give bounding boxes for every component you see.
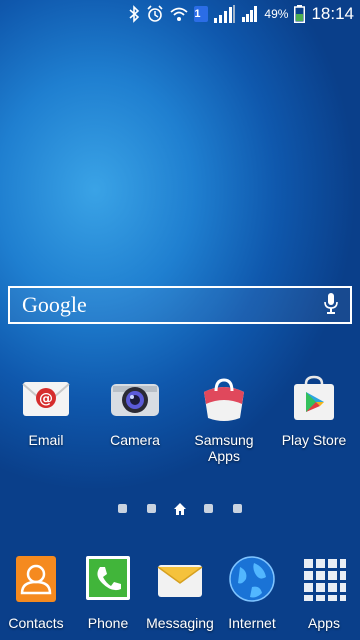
app-label: Play Store	[281, 432, 347, 448]
status-time: 18:14	[311, 4, 354, 23]
page-dot[interactable]	[233, 503, 242, 513]
dock-apps[interactable]: Apps	[288, 553, 360, 631]
wifi-icon	[170, 6, 189, 22]
app-label: Contacts	[8, 615, 64, 631]
svg-text:@: @	[39, 391, 53, 407]
bluetooth-icon	[128, 5, 140, 23]
status-bar[interactable]: 1 49% 18:14	[0, 0, 360, 28]
dock-internet[interactable]: Internet	[216, 553, 288, 631]
signal-icon	[242, 6, 258, 22]
battery-percent: 49%	[264, 7, 289, 21]
phone-icon	[82, 553, 134, 605]
app-label: Phone	[87, 615, 129, 631]
google-search-label: Google	[22, 292, 87, 317]
dock: Contacts Phone Messaging Internet Apps	[0, 545, 360, 640]
alarm-icon	[146, 5, 164, 23]
samsung-apps-icon	[198, 374, 250, 426]
sim-badge: 1	[194, 6, 209, 22]
app-label: Samsung Apps	[194, 432, 254, 464]
email-icon: @	[20, 374, 72, 426]
page-dot[interactable]	[204, 503, 213, 513]
battery-icon	[294, 5, 306, 23]
app-label: Internet	[228, 615, 276, 631]
app-label: Camera	[110, 432, 160, 448]
internet-icon	[226, 553, 278, 605]
app-camera[interactable]: Camera	[99, 374, 171, 448]
app-play-store[interactable]: Play Store	[278, 374, 350, 448]
signal-icon	[214, 5, 236, 23]
google-search-widget[interactable]: Google	[8, 286, 352, 324]
app-email[interactable]: @ Email	[10, 374, 82, 448]
dock-phone[interactable]: Phone	[72, 553, 144, 631]
contacts-icon	[10, 553, 62, 605]
messaging-icon	[154, 553, 206, 605]
mic-icon[interactable]	[324, 292, 338, 319]
app-label: Email	[28, 432, 64, 448]
page-dot[interactable]	[147, 503, 156, 513]
app-samsung-apps[interactable]: Samsung Apps	[188, 374, 260, 464]
camera-icon	[109, 374, 161, 426]
apps-grid-icon	[298, 553, 350, 605]
dock-messaging[interactable]: Messaging	[144, 553, 216, 631]
app-label: Messaging	[146, 615, 214, 631]
app-label: Apps	[308, 615, 340, 631]
page-dot[interactable]	[118, 503, 127, 513]
play-store-icon	[288, 374, 340, 426]
page-indicator	[0, 500, 360, 516]
dock-contacts[interactable]: Contacts	[0, 553, 72, 631]
home-icon[interactable]	[174, 502, 186, 515]
